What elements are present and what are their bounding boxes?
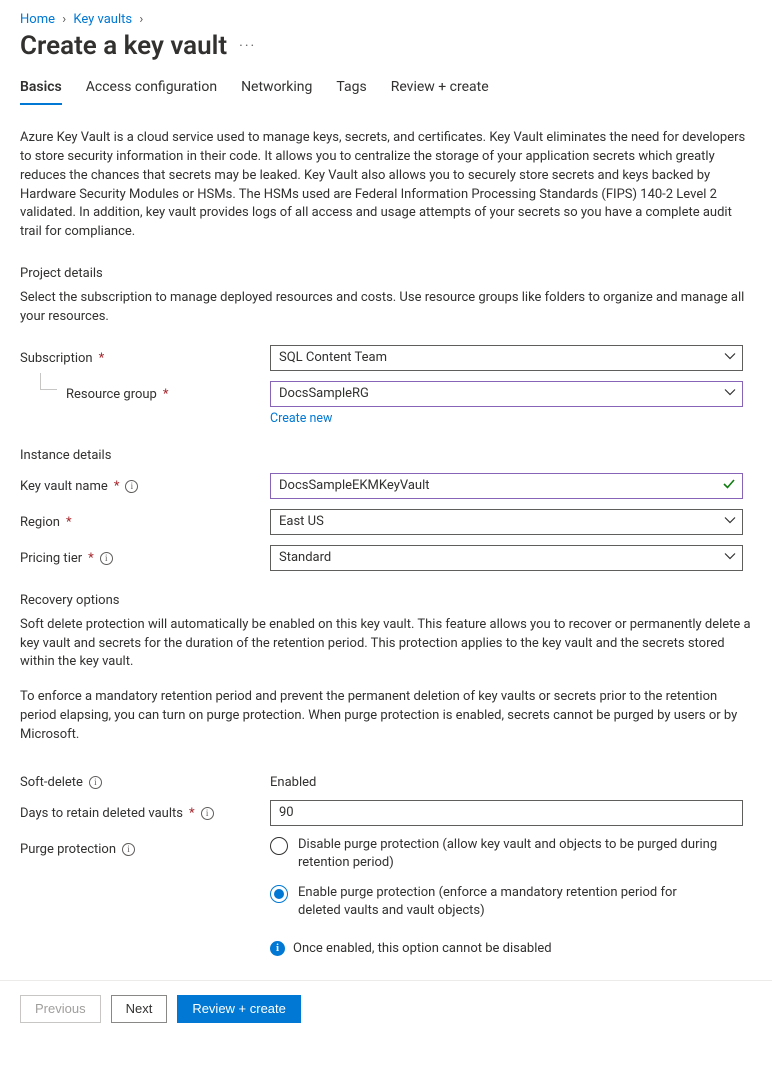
- chevron-down-icon: [724, 386, 736, 402]
- required-mark: *: [99, 351, 105, 366]
- radio-icon: [270, 837, 288, 855]
- chevron-down-icon: [724, 514, 736, 530]
- resource-group-value: DocsSampleRG: [279, 386, 369, 401]
- create-new-link[interactable]: Create new: [270, 411, 332, 426]
- region-label: Region: [20, 515, 60, 530]
- breadcrumb-keyvaults[interactable]: Key vaults: [73, 12, 132, 27]
- chevron-right-icon: ›: [58, 12, 70, 27]
- project-details-desc: Select the subscription to manage deploy…: [20, 289, 752, 327]
- subscription-label: Subscription: [20, 351, 93, 366]
- purge-note: i Once enabled, this option cannot be di…: [270, 941, 743, 956]
- softdelete-value: Enabled: [270, 769, 743, 790]
- breadcrumb: Home › Key vaults ›: [20, 12, 752, 27]
- required-mark: *: [66, 515, 72, 530]
- keyvault-name-label: Key vault name: [20, 479, 108, 494]
- info-icon[interactable]: i: [201, 807, 214, 820]
- info-icon[interactable]: i: [122, 843, 135, 856]
- wizard-footer: Previous Next Review + create: [0, 980, 772, 1037]
- required-mark: *: [189, 806, 195, 821]
- purge-enable-option[interactable]: Enable purge protection (enforce a manda…: [270, 884, 743, 920]
- page-title: Create a key vault: [20, 31, 227, 61]
- region-value: East US: [279, 514, 324, 529]
- info-icon: i: [270, 941, 285, 956]
- subscription-value: SQL Content Team: [279, 350, 387, 365]
- next-button[interactable]: Next: [111, 995, 168, 1023]
- breadcrumb-home[interactable]: Home: [20, 12, 55, 27]
- recovery-p2: To enforce a mandatory retention period …: [20, 688, 752, 745]
- radio-icon: [270, 885, 288, 903]
- resource-group-select[interactable]: DocsSampleRG: [270, 381, 743, 407]
- info-icon[interactable]: i: [125, 480, 138, 493]
- keyvault-name-value: DocsSampleEKMKeyVault: [279, 478, 430, 493]
- review-create-button[interactable]: Review + create: [177, 995, 301, 1023]
- required-mark: *: [163, 387, 169, 402]
- tab-bar: Basics Access configuration Networking T…: [20, 79, 752, 105]
- intro-text: Azure Key Vault is a cloud service used …: [20, 129, 752, 242]
- tab-networking[interactable]: Networking: [241, 79, 312, 105]
- pricing-tier-value: Standard: [279, 550, 331, 565]
- chevron-down-icon: [724, 350, 736, 366]
- required-mark: *: [114, 479, 120, 494]
- recovery-options-heading: Recovery options: [20, 593, 752, 608]
- recovery-p1: Soft delete protection will automaticall…: [20, 616, 752, 673]
- purge-protection-label: Purge protection: [20, 842, 116, 857]
- tab-access-configuration[interactable]: Access configuration: [86, 79, 217, 105]
- purge-enable-label: Enable purge protection (enforce a manda…: [298, 884, 718, 920]
- resource-group-label: Resource group: [66, 387, 157, 402]
- retention-days-label: Days to retain deleted vaults: [20, 806, 183, 821]
- required-mark: *: [88, 551, 94, 566]
- purge-disable-label: Disable purge protection (allow key vaul…: [298, 836, 718, 872]
- purge-note-text: Once enabled, this option cannot be disa…: [293, 941, 552, 956]
- softdelete-label: Soft-delete: [20, 775, 83, 790]
- checkmark-icon: [722, 477, 736, 495]
- keyvault-name-input[interactable]: DocsSampleEKMKeyVault: [270, 473, 743, 499]
- info-icon[interactable]: i: [89, 776, 102, 789]
- tab-tags[interactable]: Tags: [336, 79, 366, 105]
- instance-details-heading: Instance details: [20, 448, 752, 463]
- info-icon[interactable]: i: [100, 552, 113, 565]
- subscription-select[interactable]: SQL Content Team: [270, 345, 743, 371]
- retention-days-input[interactable]: 90: [270, 800, 743, 826]
- pricing-tier-label: Pricing tier: [20, 551, 82, 566]
- previous-button: Previous: [20, 995, 101, 1023]
- tab-review-create[interactable]: Review + create: [391, 79, 489, 105]
- pricing-tier-select[interactable]: Standard: [270, 545, 743, 571]
- retention-days-value: 90: [279, 805, 294, 820]
- region-select[interactable]: East US: [270, 509, 743, 535]
- tab-basics[interactable]: Basics: [20, 79, 62, 105]
- project-details-heading: Project details: [20, 266, 752, 281]
- more-actions-icon[interactable]: ···: [239, 38, 256, 54]
- purge-protection-radiogroup: Disable purge protection (allow key vaul…: [270, 836, 743, 956]
- purge-disable-option[interactable]: Disable purge protection (allow key vaul…: [270, 836, 743, 872]
- chevron-right-icon: ›: [135, 12, 147, 27]
- chevron-down-icon: [724, 550, 736, 566]
